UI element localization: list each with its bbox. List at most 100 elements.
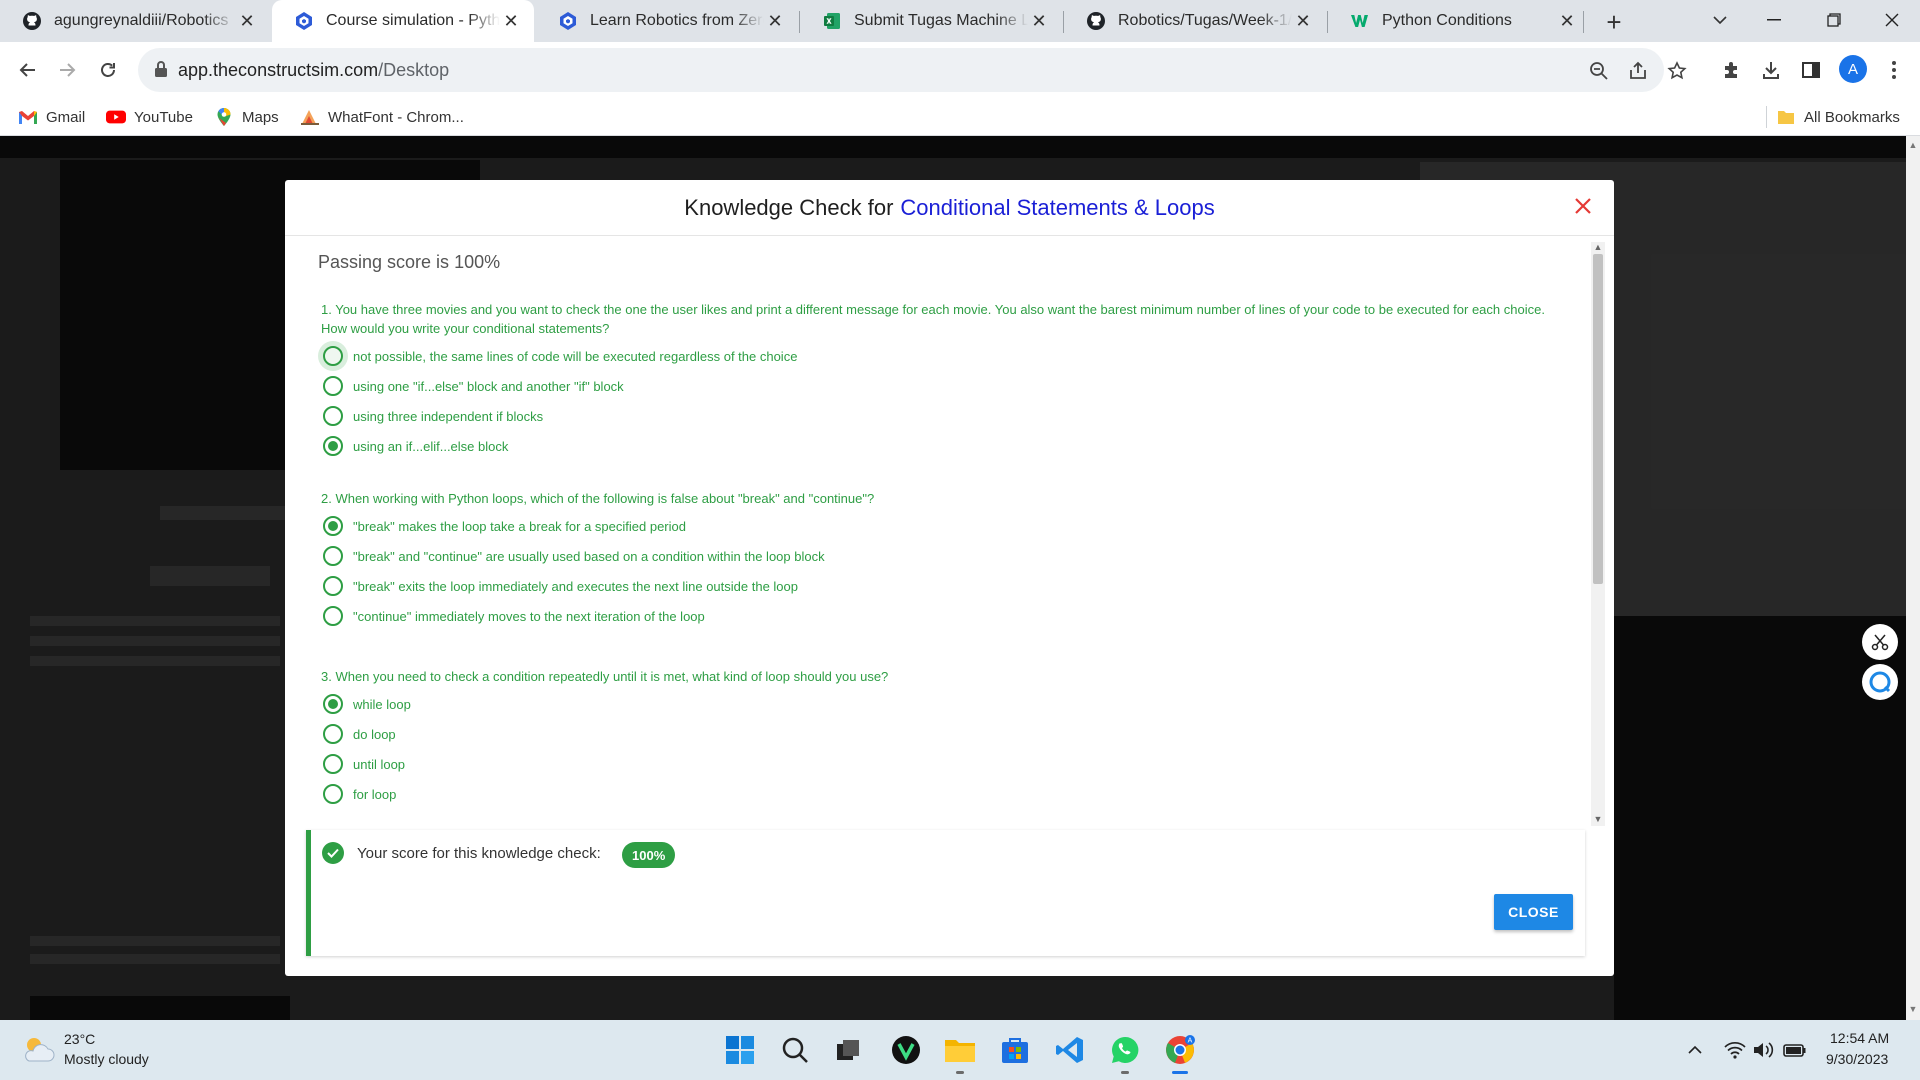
new-tab-button[interactable]: + xyxy=(1598,6,1630,38)
close-icon[interactable] xyxy=(1568,191,1598,221)
vpn-shield-icon[interactable] xyxy=(886,1030,926,1070)
tab-robotics-repo[interactable]: agungreynaldiii/Robotics ✕ xyxy=(0,0,270,42)
all-bookmarks-label: All Bookmarks xyxy=(1804,108,1900,126)
radio-button[interactable] xyxy=(323,346,343,366)
modal-title-prefix: Knowledge Check for xyxy=(684,194,894,220)
side-panel-icon[interactable] xyxy=(1793,52,1829,88)
lock-icon xyxy=(154,60,174,80)
question-1-option-2[interactable]: using one "if...else" block and another … xyxy=(323,375,624,397)
profile-avatar[interactable]: A xyxy=(1839,55,1867,83)
bookmark-gmail[interactable]: Gmail xyxy=(18,106,85,128)
page-scrollbar[interactable]: ▲ ▼ xyxy=(1906,136,1920,1020)
tab-learn-robotics[interactable]: Learn Robotics from Zero | ✕ xyxy=(536,0,798,42)
option-label: "break" makes the loop take a break for … xyxy=(353,518,686,534)
tab-title: Python Conditions xyxy=(1382,12,1512,29)
radio-button[interactable] xyxy=(323,576,343,596)
question-2-option-1[interactable]: "break" makes the loop take a break for … xyxy=(323,515,686,537)
bookmark-whatfont[interactable]: WhatFont - Chrom... xyxy=(300,106,464,128)
clock-date[interactable]: 9/30/2023 xyxy=(1826,1051,1888,1067)
show-hidden-icons-chevron-icon[interactable] xyxy=(1683,1038,1707,1062)
running-indicator xyxy=(1172,1071,1188,1074)
menu-kebab-icon[interactable] xyxy=(1876,52,1912,88)
share-icon[interactable] xyxy=(1625,58,1651,84)
option-label: using one "if...else" block and another … xyxy=(353,378,624,394)
tab-close-icon[interactable]: ✕ xyxy=(1028,10,1050,32)
radio-button[interactable] xyxy=(323,406,343,426)
task-view-icon[interactable] xyxy=(828,1030,868,1070)
volume-icon[interactable] xyxy=(1751,1038,1775,1062)
address-bar[interactable]: app.theconstructsim.com/Desktop xyxy=(138,48,1687,92)
battery-icon[interactable] xyxy=(1783,1038,1807,1062)
radio-button-selected[interactable] xyxy=(323,516,343,536)
chrome-icon[interactable]: A xyxy=(1160,1030,1200,1074)
radio-button[interactable] xyxy=(323,606,343,626)
modal-header: Knowledge Check for Conditional Statemen… xyxy=(285,180,1614,236)
weather-condition[interactable]: Mostly cloudy xyxy=(64,1051,149,1067)
extensions-puzzle-icon[interactable] xyxy=(1714,52,1750,88)
gmail-icon xyxy=(18,108,38,126)
question-1-option-4[interactable]: using an if...elif...else block xyxy=(323,435,508,457)
youtube-icon xyxy=(106,108,126,126)
whatfont-icon xyxy=(300,108,320,126)
whatsapp-icon[interactable] xyxy=(1105,1030,1145,1074)
question-3-option-2[interactable]: do loop xyxy=(323,723,396,745)
bookmark-star-icon[interactable] xyxy=(1664,58,1690,84)
tab-robotics-tugas[interactable]: Robotics/Tugas/Week-1/p ✕ xyxy=(1064,0,1326,42)
tab-course-simulation[interactable]: Course simulation - Python ✕ xyxy=(272,0,534,42)
radio-button[interactable] xyxy=(323,784,343,804)
minimize-icon[interactable] xyxy=(1746,0,1802,40)
wifi-icon[interactable] xyxy=(1723,1038,1747,1062)
tab-search-chevron-icon[interactable] xyxy=(1692,0,1748,40)
scroll-up-icon[interactable]: ▲ xyxy=(1908,140,1918,150)
tab-close-icon[interactable]: ✕ xyxy=(1556,10,1578,32)
scroll-down-icon[interactable]: ▼ xyxy=(1593,814,1603,824)
question-1-option-1[interactable]: not possible, the same lines of code wil… xyxy=(323,345,797,367)
question-3-option-3[interactable]: until loop xyxy=(323,753,405,775)
tab-close-icon[interactable]: ✕ xyxy=(764,10,786,32)
question-2-option-2[interactable]: "break" and "continue" are usually used … xyxy=(323,545,825,567)
bookmark-maps[interactable]: Maps xyxy=(214,106,279,128)
forward-arrow-icon[interactable] xyxy=(49,52,85,88)
constructsim-icon xyxy=(294,11,314,31)
back-arrow-icon[interactable] xyxy=(10,52,46,88)
close-button[interactable]: CLOSE xyxy=(1494,894,1573,930)
zoom-out-icon[interactable] xyxy=(1586,58,1612,84)
tab-submit-tugas[interactable]: Submit Tugas Machine Lea ✕ xyxy=(800,0,1062,42)
tab-close-icon[interactable]: ✕ xyxy=(1292,10,1314,32)
question-2-option-3[interactable]: "break" exits the loop immediately and e… xyxy=(323,575,798,597)
reload-icon[interactable] xyxy=(90,52,126,88)
weather-temperature[interactable]: 23°C xyxy=(64,1031,95,1047)
file-explorer-icon[interactable] xyxy=(940,1030,980,1074)
radio-button-selected[interactable] xyxy=(323,694,343,714)
radio-button[interactable] xyxy=(323,754,343,774)
question-1-option-3[interactable]: using three independent if blocks xyxy=(323,405,543,427)
bookmark-youtube[interactable]: YouTube xyxy=(106,106,193,128)
window-close-icon[interactable] xyxy=(1864,0,1920,40)
search-icon[interactable] xyxy=(775,1030,815,1070)
scrollbar-thumb[interactable] xyxy=(1593,254,1603,584)
radio-button[interactable] xyxy=(323,376,343,396)
scissors-icon[interactable] xyxy=(1862,624,1898,660)
scroll-down-icon[interactable]: ▼ xyxy=(1908,1004,1918,1014)
vscode-icon[interactable] xyxy=(1050,1030,1090,1070)
radio-button-selected[interactable] xyxy=(323,436,343,456)
scroll-up-icon[interactable]: ▲ xyxy=(1593,242,1603,252)
all-bookmarks-folder[interactable]: All Bookmarks xyxy=(1776,106,1900,128)
question-3-option-1[interactable]: while loop xyxy=(323,693,411,715)
restore-icon[interactable] xyxy=(1806,0,1862,40)
tab-close-icon[interactable]: ✕ xyxy=(500,10,522,32)
microsoft-store-icon[interactable] xyxy=(995,1030,1035,1070)
question-2-option-4[interactable]: "continue" immediately moves to the next… xyxy=(323,605,705,627)
download-icon[interactable] xyxy=(1753,52,1789,88)
tab-close-icon[interactable]: ✕ xyxy=(236,10,258,32)
passing-score: Passing score is 100% xyxy=(318,252,500,273)
radio-button[interactable] xyxy=(323,724,343,744)
modal-scrollbar[interactable]: ▲ ▼ xyxy=(1591,242,1605,826)
assistant-bubble-icon[interactable] xyxy=(1862,664,1898,700)
clock-time[interactable]: 12:54 AM xyxy=(1830,1030,1889,1046)
cloudy-weather-icon[interactable] xyxy=(20,1032,56,1068)
tab-python-conditions[interactable]: Python Conditions ✕ xyxy=(1328,0,1590,42)
question-3-option-4[interactable]: for loop xyxy=(323,783,396,805)
windows-start-icon[interactable] xyxy=(720,1030,760,1070)
radio-button[interactable] xyxy=(323,546,343,566)
